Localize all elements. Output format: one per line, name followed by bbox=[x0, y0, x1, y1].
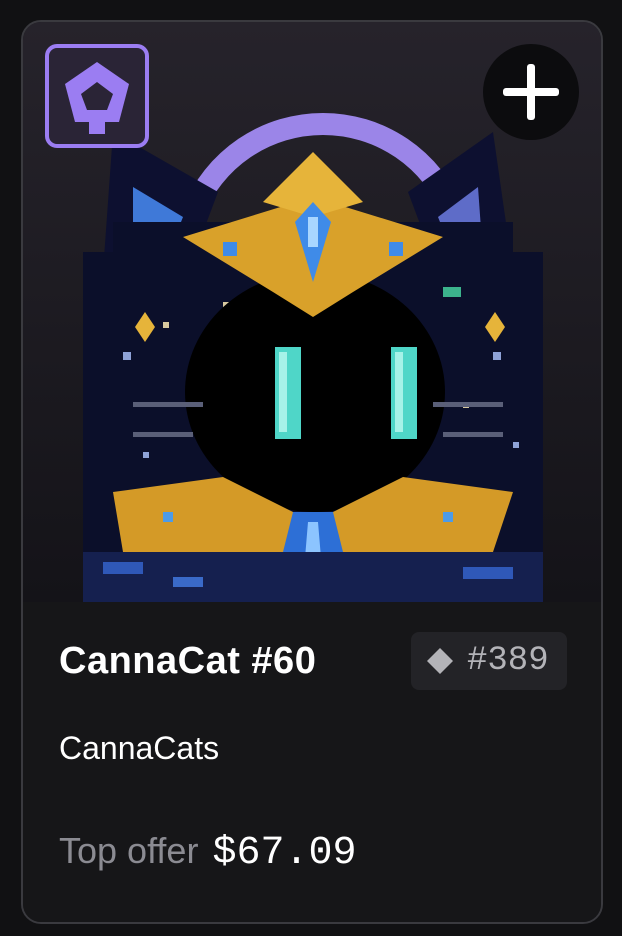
page: CannaCat #60 #389 CannaCats Top offer $6… bbox=[0, 0, 622, 936]
chain-badge[interactable] bbox=[45, 44, 149, 148]
top-offer: Top offer $67.09 bbox=[59, 830, 356, 876]
nft-card[interactable]: CannaCat #60 #389 CannaCats Top offer $6… bbox=[21, 20, 603, 924]
nft-info: CannaCat #60 #389 CannaCats Top offer $6… bbox=[23, 602, 601, 922]
nft-media[interactable] bbox=[23, 22, 601, 602]
collection-name[interactable]: CannaCats bbox=[59, 730, 219, 767]
nft-title[interactable]: CannaCat #60 bbox=[59, 640, 316, 683]
plus-icon bbox=[503, 64, 559, 120]
pentagon-chain-icon bbox=[65, 62, 129, 134]
add-button[interactable] bbox=[483, 44, 579, 140]
top-offer-price: $67.09 bbox=[212, 831, 357, 876]
diamond-icon bbox=[427, 648, 453, 674]
top-offer-label: Top offer bbox=[59, 830, 199, 871]
rarity-rank-text: #389 bbox=[467, 642, 549, 680]
rarity-rank-badge[interactable]: #389 bbox=[411, 632, 567, 690]
